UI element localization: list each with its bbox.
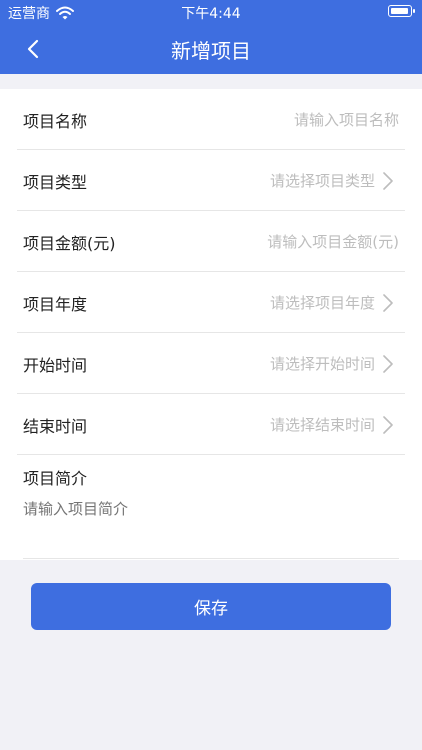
project-amount-field[interactable]: 项目金额(元) 请输入项目金额(元) — [17, 211, 405, 272]
field-label: 开始时间 — [23, 356, 88, 375]
field-label: 项目名称 — [23, 112, 88, 131]
field-label: 项目金额(元) — [23, 234, 116, 253]
battery-icon — [388, 5, 415, 17]
chevron-right-icon — [383, 415, 393, 434]
project-form: 项目名称 请输入项目名称 项目类型 请选择项目类型 项目金额(元) 请输入项目金… — [0, 89, 422, 560]
field-placeholder[interactable]: 请输入项目名称 — [294, 109, 399, 130]
project-type-select[interactable]: 项目类型 请选择项目类型 — [17, 150, 405, 211]
field-value[interactable]: 请选择开始时间 — [270, 353, 393, 374]
status-time: 下午4:44 — [181, 6, 241, 22]
chevron-right-icon — [383, 171, 393, 190]
nav-bar: 新增项目 — [0, 24, 422, 74]
project-intro-label: 项目简介 — [23, 469, 88, 488]
save-button[interactable]: 保存 — [31, 583, 391, 630]
page-title: 新增项目 — [171, 39, 251, 63]
field-value[interactable]: 请选择项目年度 — [270, 292, 393, 313]
field-placeholder: 请选择项目类型 — [269, 172, 375, 190]
header: 运营商 下午4:44 新增项目 — [0, 0, 422, 74]
status-bar: 运营商 下午4:44 — [0, 0, 422, 24]
field-placeholder[interactable]: 请输入项目金额(元) — [267, 231, 399, 252]
field-placeholder: 请选择结束时间 — [269, 416, 375, 434]
project-name-field[interactable]: 项目名称 请输入项目名称 — [17, 89, 405, 150]
chevron-right-icon — [383, 354, 393, 373]
end-time-select[interactable]: 结束时间 请选择结束时间 — [17, 394, 405, 455]
field-placeholder: 请选择开始时间 — [269, 355, 375, 373]
field-value[interactable]: 请选择项目类型 — [270, 170, 393, 191]
field-placeholder: 请选择项目年度 — [269, 294, 375, 312]
start-time-select[interactable]: 开始时间 请选择开始时间 — [17, 333, 405, 394]
divider — [23, 558, 399, 559]
project-intro-input[interactable] — [23, 498, 399, 558]
project-year-select[interactable]: 项目年度 请选择项目年度 — [17, 272, 405, 333]
field-label: 结束时间 — [23, 417, 88, 436]
field-label: 项目年度 — [23, 295, 88, 314]
field-value[interactable]: 请选择结束时间 — [270, 414, 393, 435]
chevron-right-icon — [383, 293, 393, 312]
field-label: 项目类型 — [23, 173, 88, 192]
